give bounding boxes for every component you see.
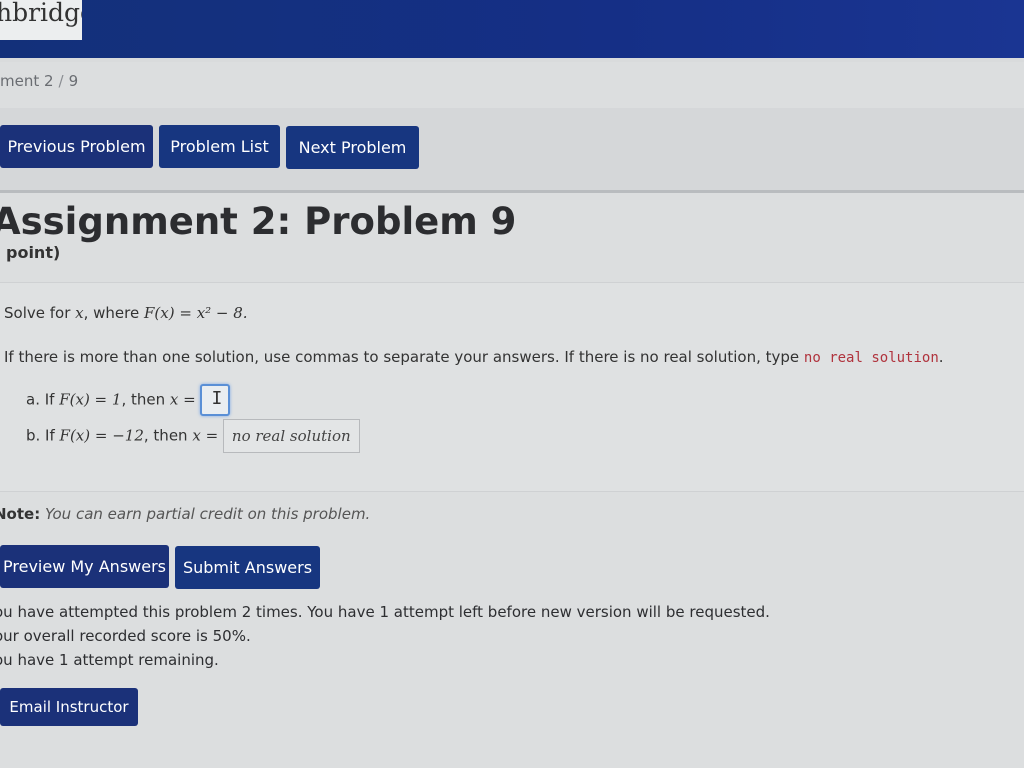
statement-equation: F(x) = x² − 8. bbox=[144, 304, 248, 322]
text-cursor-icon: I bbox=[211, 388, 223, 409]
instructions-code: no real solution bbox=[803, 350, 939, 366]
score-message: our overall recorded score is 50%. bbox=[0, 627, 251, 645]
statement-prefix: Solve for bbox=[4, 304, 71, 322]
submit-answers-button[interactable]: Submit Answers bbox=[175, 546, 320, 589]
page: hbridge ment 2/9 Previous Problem Proble… bbox=[0, 0, 1024, 768]
breadcrumb-problem: 9 bbox=[68, 72, 79, 90]
breadcrumb: ment 2/9 bbox=[0, 62, 1024, 108]
part-b-prefix: b. If bbox=[26, 426, 55, 445]
top-brand-bar: hbridge bbox=[0, 0, 1024, 58]
note-label: Note: bbox=[0, 505, 41, 523]
breadcrumb-assignment[interactable]: ment 2 bbox=[0, 72, 54, 90]
brand-text: hbridge bbox=[0, 0, 82, 27]
statement-variable: x bbox=[75, 304, 84, 322]
statement-mid: , where bbox=[83, 304, 140, 322]
instructions-suffix: . bbox=[938, 348, 944, 366]
part-a: a. If F(x) = 1, then x = I bbox=[26, 384, 231, 416]
previous-problem-button[interactable]: Previous Problem bbox=[0, 125, 153, 168]
problem-body: Solve for x, where F(x) = x² − 8. If the… bbox=[0, 282, 1024, 492]
breadcrumb-separator: / bbox=[58, 72, 64, 90]
problem-points: point) bbox=[6, 243, 61, 262]
note-text: You can earn partial credit on this prob… bbox=[44, 505, 371, 523]
page-title: Assignment 2: Problem 9 bbox=[0, 200, 517, 243]
answer-input-a[interactable]: I bbox=[200, 384, 231, 416]
part-b-condition: F(x) = −12 bbox=[59, 426, 144, 445]
next-problem-button[interactable]: Next Problem bbox=[286, 126, 419, 169]
preview-answers-button[interactable]: Preview My Answers bbox=[0, 545, 169, 588]
email-instructor-button[interactable]: Email Instructor bbox=[0, 688, 138, 726]
part-a-variable: x = bbox=[169, 390, 196, 409]
partial-credit-note: Note: You can earn partial credit on thi… bbox=[0, 505, 370, 523]
part-b: b. If F(x) = −12, then x = no real solut… bbox=[26, 419, 360, 453]
attempts-message: ou have attempted this problem 2 times. … bbox=[0, 603, 770, 621]
problem-list-button[interactable]: Problem List bbox=[159, 125, 280, 168]
part-a-condition: F(x) = 1 bbox=[59, 390, 122, 409]
problem-nav: Previous Problem Problem List Next Probl… bbox=[0, 108, 1024, 193]
part-a-prefix: a. If bbox=[26, 390, 55, 409]
part-a-then: , then bbox=[121, 390, 166, 409]
answer-input-b[interactable]: no real solution bbox=[222, 419, 360, 453]
part-b-then: , then bbox=[143, 426, 188, 445]
part-b-variable: x = bbox=[192, 426, 219, 445]
breadcrumb-trail: ment 2/9 bbox=[0, 72, 78, 90]
problem-instructions: If there is more than one solution, use … bbox=[4, 348, 944, 366]
remaining-message: ou have 1 attempt remaining. bbox=[0, 651, 219, 669]
instructions-text: If there is more than one solution, use … bbox=[4, 348, 800, 366]
brand-logo[interactable]: hbridge bbox=[0, 0, 82, 40]
problem-statement: Solve for x, where F(x) = x² − 8. bbox=[4, 304, 248, 322]
